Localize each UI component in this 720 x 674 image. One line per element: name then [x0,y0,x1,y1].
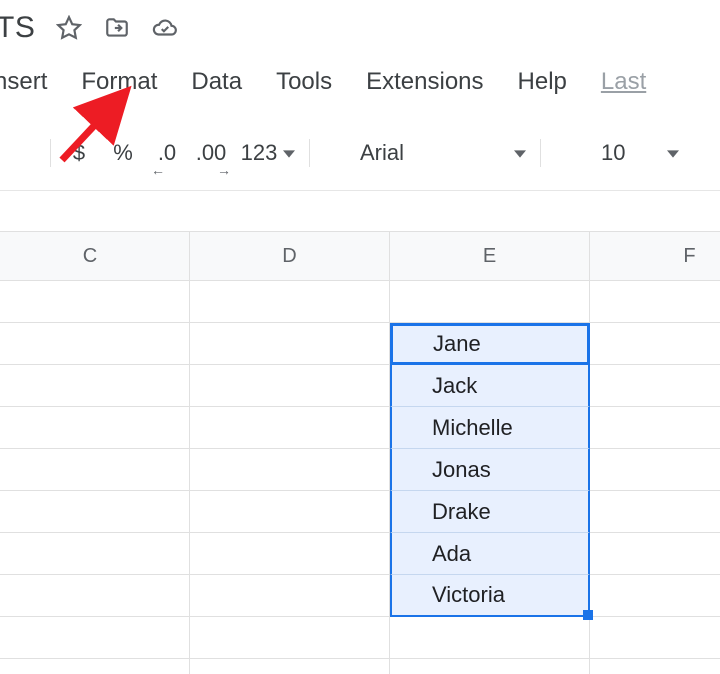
cell[interactable] [190,491,390,533]
cell[interactable] [390,617,590,659]
grid-row: Jane [0,323,720,365]
cell[interactable] [190,365,390,407]
column-headers: C D E F [0,231,720,281]
cell[interactable] [390,659,590,674]
cell[interactable] [0,323,190,365]
cell[interactable] [190,533,390,575]
cell[interactable] [590,491,720,533]
grid-row [0,659,720,674]
cell[interactable] [0,491,190,533]
cell-value: Jane [433,331,481,357]
cell-value: Drake [432,499,491,525]
column-header[interactable]: C [0,231,190,281]
toolbar: $ % .0 ← .00 → 123 Arial 10 [0,108,720,191]
cell-value: Michelle [432,415,513,441]
cell[interactable]: Victoria [390,575,590,617]
cell-value: Ada [432,541,471,567]
menu-extensions[interactable]: Extensions [366,68,483,96]
cell[interactable] [590,365,720,407]
cell[interactable] [190,281,390,323]
cell[interactable] [590,617,720,659]
menu-last-edit[interactable]: Last [601,68,646,96]
menu-tools[interactable]: Tools [276,68,332,96]
more-formats-label: 123 [241,140,278,166]
menu-insert[interactable]: nsert [0,68,47,96]
menubar: nsert Format Data Tools Extensions Help … [0,56,720,108]
cell[interactable]: Ada [390,533,590,575]
grid-row [0,617,720,659]
grid-row [0,281,720,323]
cell-value: Jonas [432,457,491,483]
cell[interactable]: Jack [390,365,590,407]
cell[interactable] [590,281,720,323]
grid-row: Jonas [0,449,720,491]
cell[interactable] [190,659,390,674]
cell[interactable] [590,659,720,674]
font-size-dropdown[interactable]: 10 [575,135,685,171]
cell[interactable] [590,533,720,575]
titlebar: TS [0,0,720,56]
fill-handle[interactable] [583,610,593,620]
spreadsheet-grid: C D E F Jane Jack Michelle Jonas Drake Ada Vic… [0,231,720,674]
cell-value: Jack [432,373,477,399]
font-family-label: Arial [360,140,404,166]
grid-row: Drake [0,491,720,533]
grid-row: Jack [0,365,720,407]
cell[interactable] [190,617,390,659]
cell[interactable]: Jonas [390,449,590,491]
increase-decimal-button[interactable]: .00 → [189,134,233,172]
column-header[interactable]: E [390,231,590,281]
column-header[interactable]: F [590,231,720,281]
font-size-label: 10 [601,140,625,166]
cell-value: Victoria [432,582,505,608]
cell[interactable] [0,533,190,575]
cell[interactable] [190,449,390,491]
cell[interactable] [190,323,390,365]
toolbar-separator [309,139,310,167]
arrow-left-icon: ← [151,162,165,178]
cell[interactable]: Drake [390,491,590,533]
cell[interactable] [0,575,190,617]
font-family-dropdown[interactable]: Arial [344,135,534,171]
more-formats-dropdown[interactable]: 123 [233,134,303,172]
menu-format[interactable]: Format [81,68,157,96]
star-icon[interactable] [55,14,83,42]
cell[interactable] [590,407,720,449]
zoom-dropdown[interactable] [0,134,44,172]
move-to-folder-icon[interactable] [103,14,131,42]
menu-help[interactable]: Help [518,68,567,96]
cell[interactable] [0,449,190,491]
cell[interactable] [190,407,390,449]
cell[interactable] [0,659,190,674]
cell[interactable]: Jane [390,323,590,365]
format-currency-button[interactable]: $ [57,134,101,172]
cell[interactable] [590,575,720,617]
cell[interactable] [0,365,190,407]
decrease-decimal-button[interactable]: .0 ← [145,134,189,172]
cell[interactable] [590,323,720,365]
cell[interactable] [590,449,720,491]
cell[interactable] [190,575,390,617]
cloud-saved-icon[interactable] [151,14,179,42]
cell[interactable] [0,407,190,449]
cell[interactable]: Michelle [390,407,590,449]
grid-row: Ada [0,533,720,575]
menu-data[interactable]: Data [191,68,242,96]
toolbar-separator [540,139,541,167]
cell[interactable] [0,617,190,659]
column-header[interactable]: D [190,231,390,281]
cell[interactable] [0,281,190,323]
grid-row: Victoria [0,575,720,617]
document-title: TS [0,11,35,45]
toolbar-separator [50,139,51,167]
format-percent-button[interactable]: % [101,134,145,172]
grid-row: Michelle [0,407,720,449]
cell[interactable] [390,281,590,323]
arrow-right-icon: → [217,162,231,178]
